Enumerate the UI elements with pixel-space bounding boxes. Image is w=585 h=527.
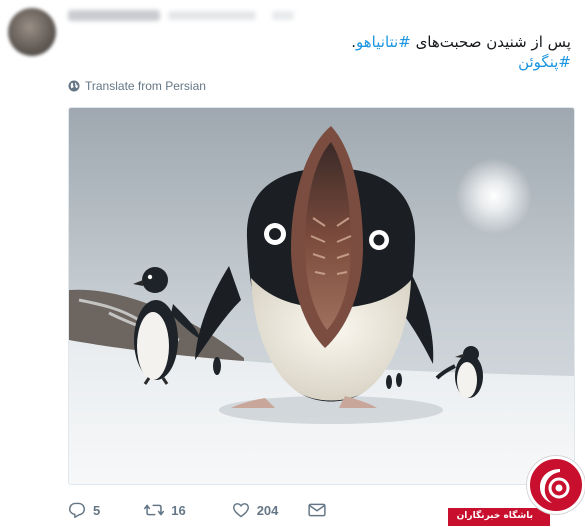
hashtag-netanyahu[interactable]: #نتانیاهو [356, 33, 411, 51]
tweet: پس از شنیدن صحبت‌های #نتانیاهو. #پنگوئن … [0, 0, 585, 527]
blurred-timestamp[interactable] [272, 11, 294, 20]
watermark-logo [527, 456, 585, 514]
like-icon [232, 503, 249, 518]
tweet-text-prefix: پس از شنیدن صحبت‌های [410, 33, 571, 51]
reply-icon [68, 502, 85, 518]
tweet-photo[interactable] [68, 107, 575, 485]
retweet-icon [144, 504, 165, 516]
penguin-photo-illustration [69, 108, 574, 484]
globe-icon [68, 80, 80, 92]
tweet-actions: 5 16 204 [68, 500, 327, 520]
tweet-text: پس از شنیدن صحبت‌های #نتانیاهو. #پنگوئن [111, 32, 571, 72]
blurred-user-handle[interactable] [168, 11, 256, 20]
hashtag-penguin[interactable]: #پنگوئن [518, 53, 571, 71]
translate-link[interactable]: Translate from Persian [68, 79, 206, 93]
translate-label: Translate from Persian [85, 79, 206, 93]
like-button[interactable]: 204 [232, 502, 279, 518]
like-count: 204 [256, 502, 279, 518]
blurred-user-name[interactable] [68, 10, 160, 21]
tweet-text-line-2: #پنگوئن [111, 52, 571, 72]
watermark-text: باشگاه خبرنگاران [456, 511, 533, 521]
direct-message-button[interactable] [308, 503, 327, 517]
tweet-text-line-1: پس از شنیدن صحبت‌های #نتانیاهو. [111, 32, 571, 52]
reply-button[interactable]: 5 [68, 502, 100, 518]
retweet-count: 16 [171, 502, 186, 518]
camera-logo-icon [540, 469, 570, 503]
reply-count: 5 [93, 502, 101, 518]
retweet-button[interactable]: 16 [144, 502, 186, 518]
avatar[interactable] [8, 8, 56, 56]
message-icon [308, 503, 327, 517]
